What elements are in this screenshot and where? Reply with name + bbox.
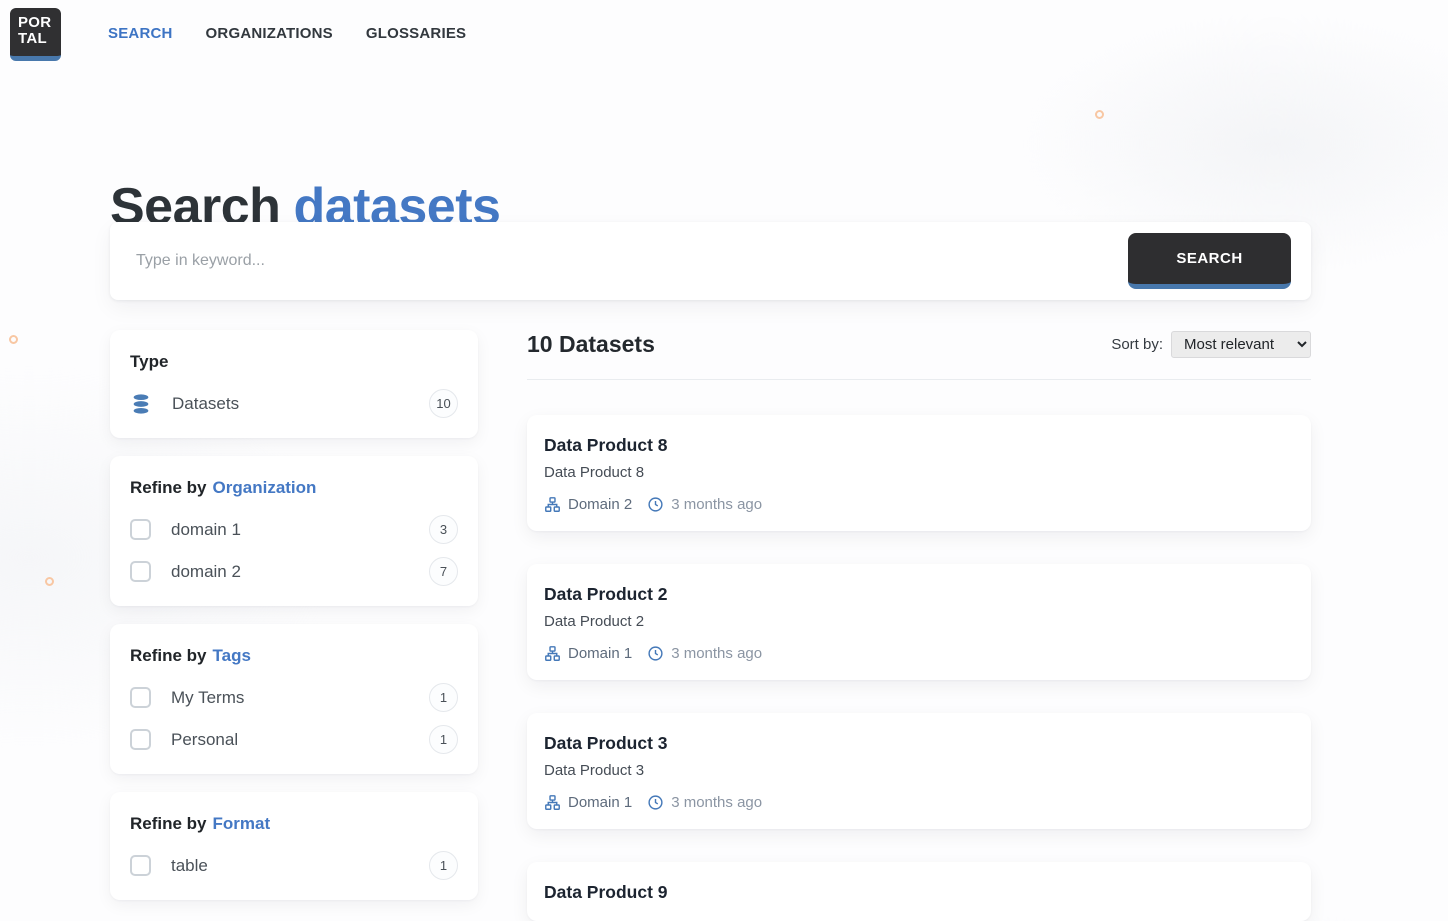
dataset-updated: 3 months ago: [671, 794, 762, 811]
search-bar: SEARCH: [110, 222, 1311, 300]
tags-heading-prefix: Refine by: [130, 646, 207, 665]
checkbox-table[interactable]: [130, 855, 151, 876]
dataset-meta: Domain 1 3 months ago: [544, 645, 1294, 662]
dataset-title[interactable]: Data Product 3: [544, 733, 1294, 754]
filter-option-count: 1: [429, 725, 458, 754]
dataset-card-data-product-8[interactable]: Data Product 8 Data Product 8 Domain 2 3…: [527, 415, 1311, 531]
filter-option-my-terms: My Terms 1: [130, 683, 458, 712]
checkbox-personal[interactable]: [130, 729, 151, 750]
clock-icon: [647, 496, 664, 513]
decorative-ring: [9, 335, 18, 344]
filter-option-label: domain 2: [171, 562, 429, 582]
portal-logo-line1: POR: [18, 15, 61, 31]
portal-logo-line2: TAL: [18, 31, 61, 47]
nav-link-organizations[interactable]: ORGANIZATIONS: [206, 25, 333, 42]
sort-control: Sort by: Most relevant: [1111, 331, 1311, 358]
format-heading: Refine by Format: [130, 814, 458, 834]
dataset-description: Data Product 8: [544, 464, 1294, 481]
search-input[interactable]: [110, 222, 1128, 300]
sort-label: Sort by:: [1111, 336, 1163, 353]
search-button[interactable]: SEARCH: [1128, 233, 1291, 289]
tags-heading: Refine by Tags: [130, 646, 458, 666]
nav-link-search[interactable]: SEARCH: [108, 25, 173, 42]
filter-option-label: Personal: [171, 730, 429, 750]
filter-option-count: 1: [429, 683, 458, 712]
database-icon: [130, 393, 152, 415]
filter-sidebar: Type Datasets 10 Refine by Organization d…: [110, 330, 478, 918]
dataset-card-data-product-2[interactable]: Data Product 2 Data Product 2 Domain 1 3…: [527, 564, 1311, 680]
checkbox-domain-2[interactable]: [130, 561, 151, 582]
filter-option-domain-2: domain 2 7: [130, 557, 458, 586]
clock-icon: [647, 794, 664, 811]
type-item-label: Datasets: [172, 394, 429, 414]
decorative-ring: [1095, 110, 1104, 119]
tags-heading-highlight: Tags: [213, 646, 251, 665]
dataset-domain: Domain 1: [568, 794, 632, 811]
results-divider: [527, 379, 1311, 380]
type-filter-card: Type Datasets 10: [110, 330, 478, 438]
tags-filter-card: Refine by Tags My Terms 1 Personal 1: [110, 624, 478, 774]
type-item-datasets[interactable]: Datasets 10: [130, 389, 458, 418]
dataset-card-data-product-9[interactable]: Data Product 9: [527, 862, 1311, 921]
filter-option-label: table: [171, 856, 429, 876]
sitemap-icon: [544, 496, 561, 513]
results-header: 10 Datasets Sort by: Most relevant: [527, 330, 1311, 358]
type-item-count: 10: [429, 389, 458, 418]
filter-option-table: table 1: [130, 851, 458, 880]
dataset-meta: Domain 1 3 months ago: [544, 794, 1294, 811]
dataset-title[interactable]: Data Product 2: [544, 584, 1294, 605]
filter-option-count: 1: [429, 851, 458, 880]
filter-option-personal: Personal 1: [130, 725, 458, 754]
organization-heading-prefix: Refine by: [130, 478, 207, 497]
main-nav: SEARCH ORGANIZATIONS GLOSSARIES: [108, 0, 466, 66]
dataset-description: Data Product 3: [544, 762, 1294, 779]
dataset-domain: Domain 1: [568, 645, 632, 662]
sort-select[interactable]: Most relevant: [1171, 331, 1311, 358]
sitemap-icon: [544, 645, 561, 662]
results-count-heading: 10 Datasets: [527, 331, 655, 358]
dataset-card-data-product-3[interactable]: Data Product 3 Data Product 3 Domain 1 3…: [527, 713, 1311, 829]
filter-option-count: 7: [429, 557, 458, 586]
filter-option-label: domain 1: [171, 520, 429, 540]
format-heading-highlight: Format: [213, 814, 271, 833]
format-filter-card: Refine by Format table 1: [110, 792, 478, 900]
filter-option-count: 3: [429, 515, 458, 544]
organization-heading: Refine by Organization: [130, 478, 458, 498]
dataset-domain: Domain 2: [568, 496, 632, 513]
filter-option-domain-1: domain 1 3: [130, 515, 458, 544]
results-panel: 10 Datasets Sort by: Most relevant Data …: [527, 330, 1311, 921]
dataset-description: Data Product 2: [544, 613, 1294, 630]
type-heading: Type: [130, 352, 458, 372]
dataset-title[interactable]: Data Product 8: [544, 435, 1294, 456]
filter-option-label: My Terms: [171, 688, 429, 708]
dataset-meta: Domain 2 3 months ago: [544, 496, 1294, 513]
sitemap-icon: [544, 794, 561, 811]
clock-icon: [647, 645, 664, 662]
dataset-updated: 3 months ago: [671, 496, 762, 513]
decorative-ring: [45, 577, 54, 586]
checkbox-domain-1[interactable]: [130, 519, 151, 540]
organization-filter-card: Refine by Organization domain 1 3 domain …: [110, 456, 478, 606]
top-navigation-bar: POR TAL SEARCH ORGANIZATIONS GLOSSARIES: [0, 0, 1448, 66]
dataset-title[interactable]: Data Product 9: [544, 882, 1294, 903]
portal-logo[interactable]: POR TAL: [10, 8, 61, 61]
organization-heading-highlight: Organization: [213, 478, 317, 497]
nav-link-glossaries[interactable]: GLOSSARIES: [366, 25, 466, 42]
checkbox-my-terms[interactable]: [130, 687, 151, 708]
format-heading-prefix: Refine by: [130, 814, 207, 833]
dataset-updated: 3 months ago: [671, 645, 762, 662]
